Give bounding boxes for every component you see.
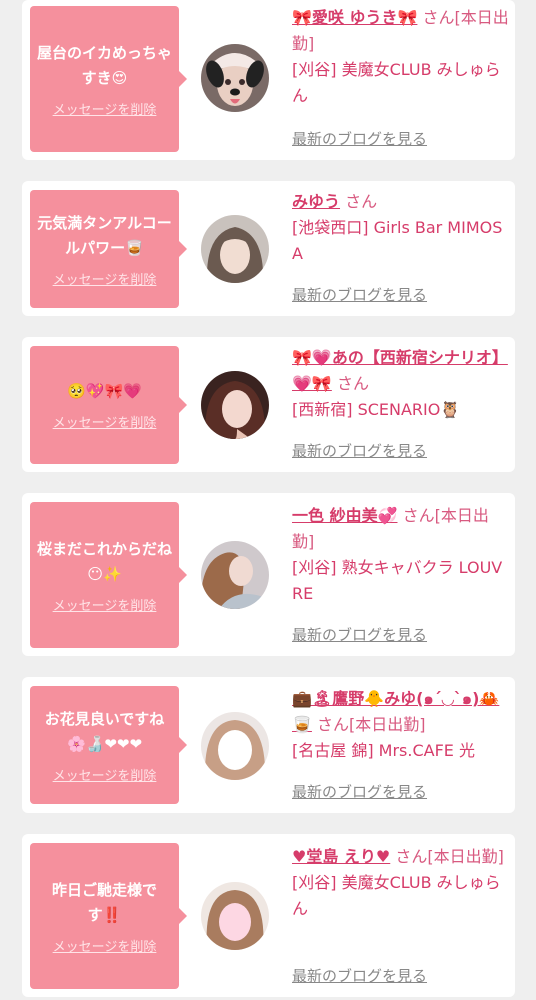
girl-info: 💼🏝鷹野🐥みゆ(๑´◡`๑)🦀🥃 さん[本日出勤] [名古屋 錦] Mrs.CA… [292, 686, 510, 764]
message-card: 🥺💖🎀💗 メッセージを削除 🎀💗あの【西新宿シナリオ】💗🎀 さん [西新宿] S… [22, 337, 515, 472]
message-list: 屋台のイカめっちゃすき😍 メッセージを削除 🎀愛咲 ゆうき🎀 さん[本日出勤] … [0, 0, 536, 1000]
message-bubble: 🥺💖🎀💗 メッセージを削除 [30, 346, 187, 464]
girl-info: 一色 紗由美💞 さん[本日出勤] [刈谷] 熟女キャバクラ LOUVRE [292, 503, 510, 607]
shop-name: [刈谷] 美魔女CLUB みしゅらん [292, 873, 501, 918]
honorific: さん [395, 847, 428, 866]
shop-name: [刈谷] 美魔女CLUB みしゅらん [292, 60, 501, 105]
message-bubble: お花見良いですね🌸🍶❤❤❤ メッセージを削除 [30, 686, 187, 804]
girl-name-link[interactable]: 一色 紗由美💞 [292, 506, 398, 525]
girl-name-link[interactable]: 🎀💗あの【西新宿シナリオ】💗🎀 [292, 348, 508, 393]
view-latest-blog-link[interactable]: 最新のブログを見る [292, 128, 427, 149]
avatar[interactable] [201, 44, 269, 112]
view-latest-blog-link[interactable]: 最新のブログを見る [292, 624, 427, 645]
girl-info: ♥堂島 えり♥ さん[本日出勤] [刈谷] 美魔女CLUB みしゅらん [292, 844, 510, 922]
shop-name: [西新宿] SCENARIO🦉 [292, 400, 461, 419]
message-text: 元気満タンアルコールパワー🥃 [37, 213, 172, 257]
delete-message-link[interactable]: メッセージを削除 [53, 765, 157, 784]
message-card: 昨日ご馳走様です‼️ メッセージを削除 ♥堂島 えり♥ さん[本日出勤] [刈谷… [22, 834, 515, 997]
avatar[interactable] [201, 371, 269, 439]
message-bubble: 桜まだこれからだね😶✨ メッセージを削除 [30, 502, 187, 648]
avatar[interactable] [201, 882, 269, 950]
message-bubble: 屋台のイカめっちゃすき😍 メッセージを削除 [30, 6, 187, 152]
avatar[interactable] [201, 215, 269, 283]
delete-message-link[interactable]: メッセージを削除 [53, 412, 157, 431]
girl-info: 🎀💗あの【西新宿シナリオ】💗🎀 さん [西新宿] SCENARIO🦉 [292, 345, 510, 423]
delete-message-link[interactable]: メッセージを削除 [53, 99, 157, 118]
message-bubble: 元気満タンアルコールパワー🥃 メッセージを削除 [30, 190, 187, 308]
message-bubble: 昨日ご馳走様です‼️ メッセージを削除 [30, 843, 187, 989]
shop-name: [名古屋 錦] Mrs.CAFE 光 [292, 741, 475, 760]
girl-name-link[interactable]: みゆう [292, 192, 340, 211]
message-text: 桜まだこれからだね😶✨ [36, 539, 172, 583]
message-card: 桜まだこれからだね😶✨ メッセージを削除 一色 紗由美💞 さん[本日出勤] [刈… [22, 493, 515, 656]
message-card: 屋台のイカめっちゃすき😍 メッセージを削除 🎀愛咲 ゆうき🎀 さん[本日出勤] … [22, 0, 515, 160]
delete-message-link[interactable]: メッセージを削除 [53, 936, 157, 955]
message-card: 元気満タンアルコールパワー🥃 メッセージを削除 みゆう さん [池袋西口] Gi… [22, 181, 515, 316]
girl-name-link[interactable]: ♥堂島 えり♥ [292, 847, 390, 866]
message-card: お花見良いですね🌸🍶❤❤❤ メッセージを削除 💼🏝鷹野🐥みゆ(๑´◡`๑)🦀🥃 … [22, 677, 515, 813]
girl-info: みゆう さん [池袋西口] Girls Bar MIMOSA [292, 189, 510, 267]
avatar[interactable] [201, 712, 269, 780]
view-latest-blog-link[interactable]: 最新のブログを見る [292, 284, 427, 305]
view-latest-blog-link[interactable]: 最新のブログを見る [292, 965, 427, 986]
work-status: [本日出勤] [427, 847, 504, 866]
shop-name: [池袋西口] Girls Bar MIMOSA [292, 218, 503, 263]
avatar[interactable] [201, 541, 269, 609]
message-text: 🥺💖🎀💗 [67, 382, 142, 400]
message-text: お花見良いですね🌸🍶❤❤❤ [44, 709, 165, 753]
girl-info: 🎀愛咲 ゆうき🎀 さん[本日出勤] [刈谷] 美魔女CLUB みしゅらん [292, 5, 510, 109]
honorific: さん [336, 374, 369, 393]
view-latest-blog-link[interactable]: 最新のブログを見る [292, 781, 427, 802]
honorific: さん [345, 192, 378, 211]
honorific: さん [317, 715, 350, 734]
work-status: [本日出勤] [349, 715, 426, 734]
message-text: 屋台のイカめっちゃすき😍 [36, 43, 172, 87]
view-latest-blog-link[interactable]: 最新のブログを見る [292, 440, 427, 461]
honorific: さん [402, 506, 435, 525]
delete-message-link[interactable]: メッセージを削除 [53, 595, 157, 614]
delete-message-link[interactable]: メッセージを削除 [53, 269, 157, 288]
girl-name-link[interactable]: 🎀愛咲 ゆうき🎀 [292, 8, 417, 27]
shop-name: [刈谷] 熟女キャバクラ LOUVRE [292, 558, 503, 603]
message-text: 昨日ご馳走様です‼️ [51, 880, 157, 924]
honorific: さん [422, 8, 455, 27]
